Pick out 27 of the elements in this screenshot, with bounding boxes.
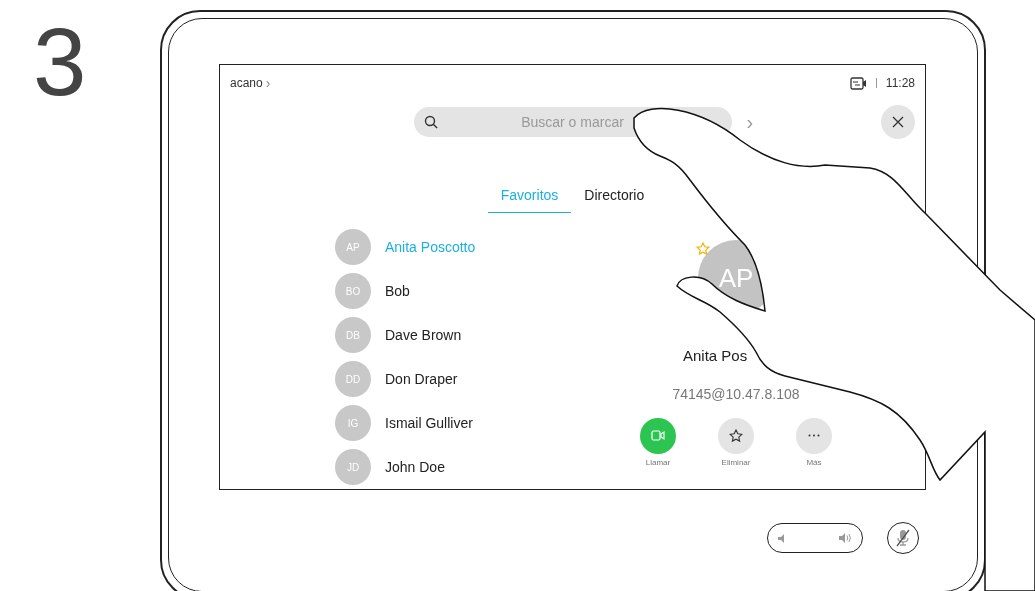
contact-name[interactable]: Dave Brown	[385, 324, 462, 346]
volume-down-icon[interactable]	[778, 533, 786, 543]
video-settings-icon[interactable]	[849, 76, 867, 90]
contact-name[interactable]: John Doe	[385, 456, 445, 478]
chevron-icon: ›	[265, 72, 271, 94]
call-button[interactable]	[640, 417, 676, 454]
search-icon	[423, 115, 438, 129]
action-label: Más	[806, 457, 822, 468]
contact-name: Anita Pos	[683, 346, 748, 366]
system-name[interactable]: acano	[230, 74, 263, 92]
favorite-button[interactable]	[718, 417, 754, 454]
contact-address: 74145@10.47.8.108	[672, 384, 800, 404]
action-label: Llamar	[645, 457, 671, 468]
contact-name[interactable]: Ismail Gulliver	[385, 412, 473, 434]
muted-microphone-icon	[895, 529, 911, 547]
more-icon	[808, 434, 820, 437]
action-label: Eliminar	[721, 457, 751, 468]
star-icon	[729, 428, 743, 443]
step-number: 3	[33, 8, 87, 115]
tab[interactable]: Directorio	[571, 183, 658, 213]
close-button[interactable]	[881, 105, 915, 139]
clock-time: 11:28	[885, 75, 915, 92]
contact-name[interactable]: Bob	[385, 280, 410, 302]
close-icon	[892, 116, 904, 128]
video-camera-icon	[651, 430, 665, 441]
volume-up-icon[interactable]	[839, 533, 852, 543]
contact-name[interactable]: Don Draper	[385, 368, 458, 390]
